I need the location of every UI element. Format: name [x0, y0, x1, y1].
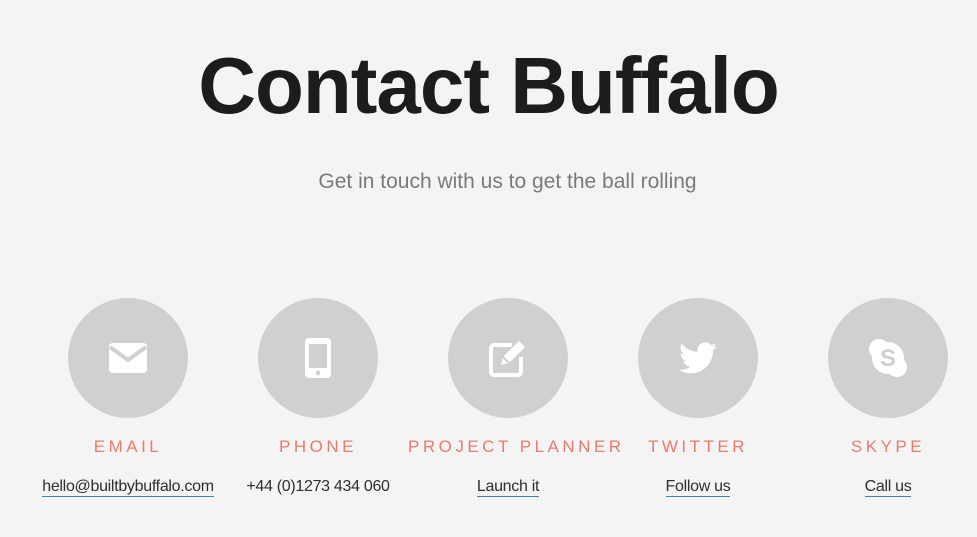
planner-label: PROJECT PLANNER	[408, 437, 625, 456]
contact-email: EMAIL hello@builtbybuffalo.com	[28, 298, 228, 498]
twitter-label: TWITTER	[647, 437, 749, 456]
planner-icon-circle[interactable]	[448, 298, 568, 418]
contact-twitter: TWITTER Follow us	[598, 298, 798, 498]
contact-skype: S SKYPE Call us	[788, 298, 977, 498]
svg-text:S: S	[880, 345, 896, 372]
email-icon-circle[interactable]	[68, 298, 188, 418]
edit-icon	[489, 341, 525, 377]
skype-label: SKYPE	[850, 437, 926, 456]
page-title: Contact Buffalo	[198, 41, 780, 130]
phone-label: PHONE	[279, 437, 357, 456]
twitter-link[interactable]: Follow us	[665, 478, 731, 497]
skype-link[interactable]: Call us	[864, 478, 912, 497]
envelope-icon	[109, 343, 147, 373]
contact-phone: PHONE +44 (0)1273 434 060	[218, 298, 418, 498]
planner-link[interactable]: Launch it	[476, 478, 539, 497]
twitter-icon	[679, 342, 717, 374]
skype-value: Call us	[788, 476, 977, 498]
skype-icon-circle[interactable]: S	[828, 298, 948, 418]
contact-project-planner: PROJECT PLANNER Launch it	[408, 298, 625, 498]
contact-methods: EMAIL hello@builtbybuffalo.com PHONE +44…	[0, 298, 977, 518]
phone-value: +44 (0)1273 434 060	[246, 478, 390, 495]
email-value: hello@builtbybuffalo.com	[28, 476, 228, 498]
phone-icon-circle	[258, 298, 378, 418]
planner-value: Launch it	[408, 476, 608, 498]
twitter-icon-circle[interactable]	[638, 298, 758, 418]
mobile-phone-icon	[305, 338, 331, 378]
skype-icon: S	[869, 339, 907, 377]
twitter-value: Follow us	[598, 476, 798, 498]
page-subtitle: Get in touch with us to get the ball rol…	[318, 170, 697, 193]
email-link[interactable]: hello@builtbybuffalo.com	[42, 478, 214, 497]
email-label: EMAIL	[93, 437, 163, 456]
